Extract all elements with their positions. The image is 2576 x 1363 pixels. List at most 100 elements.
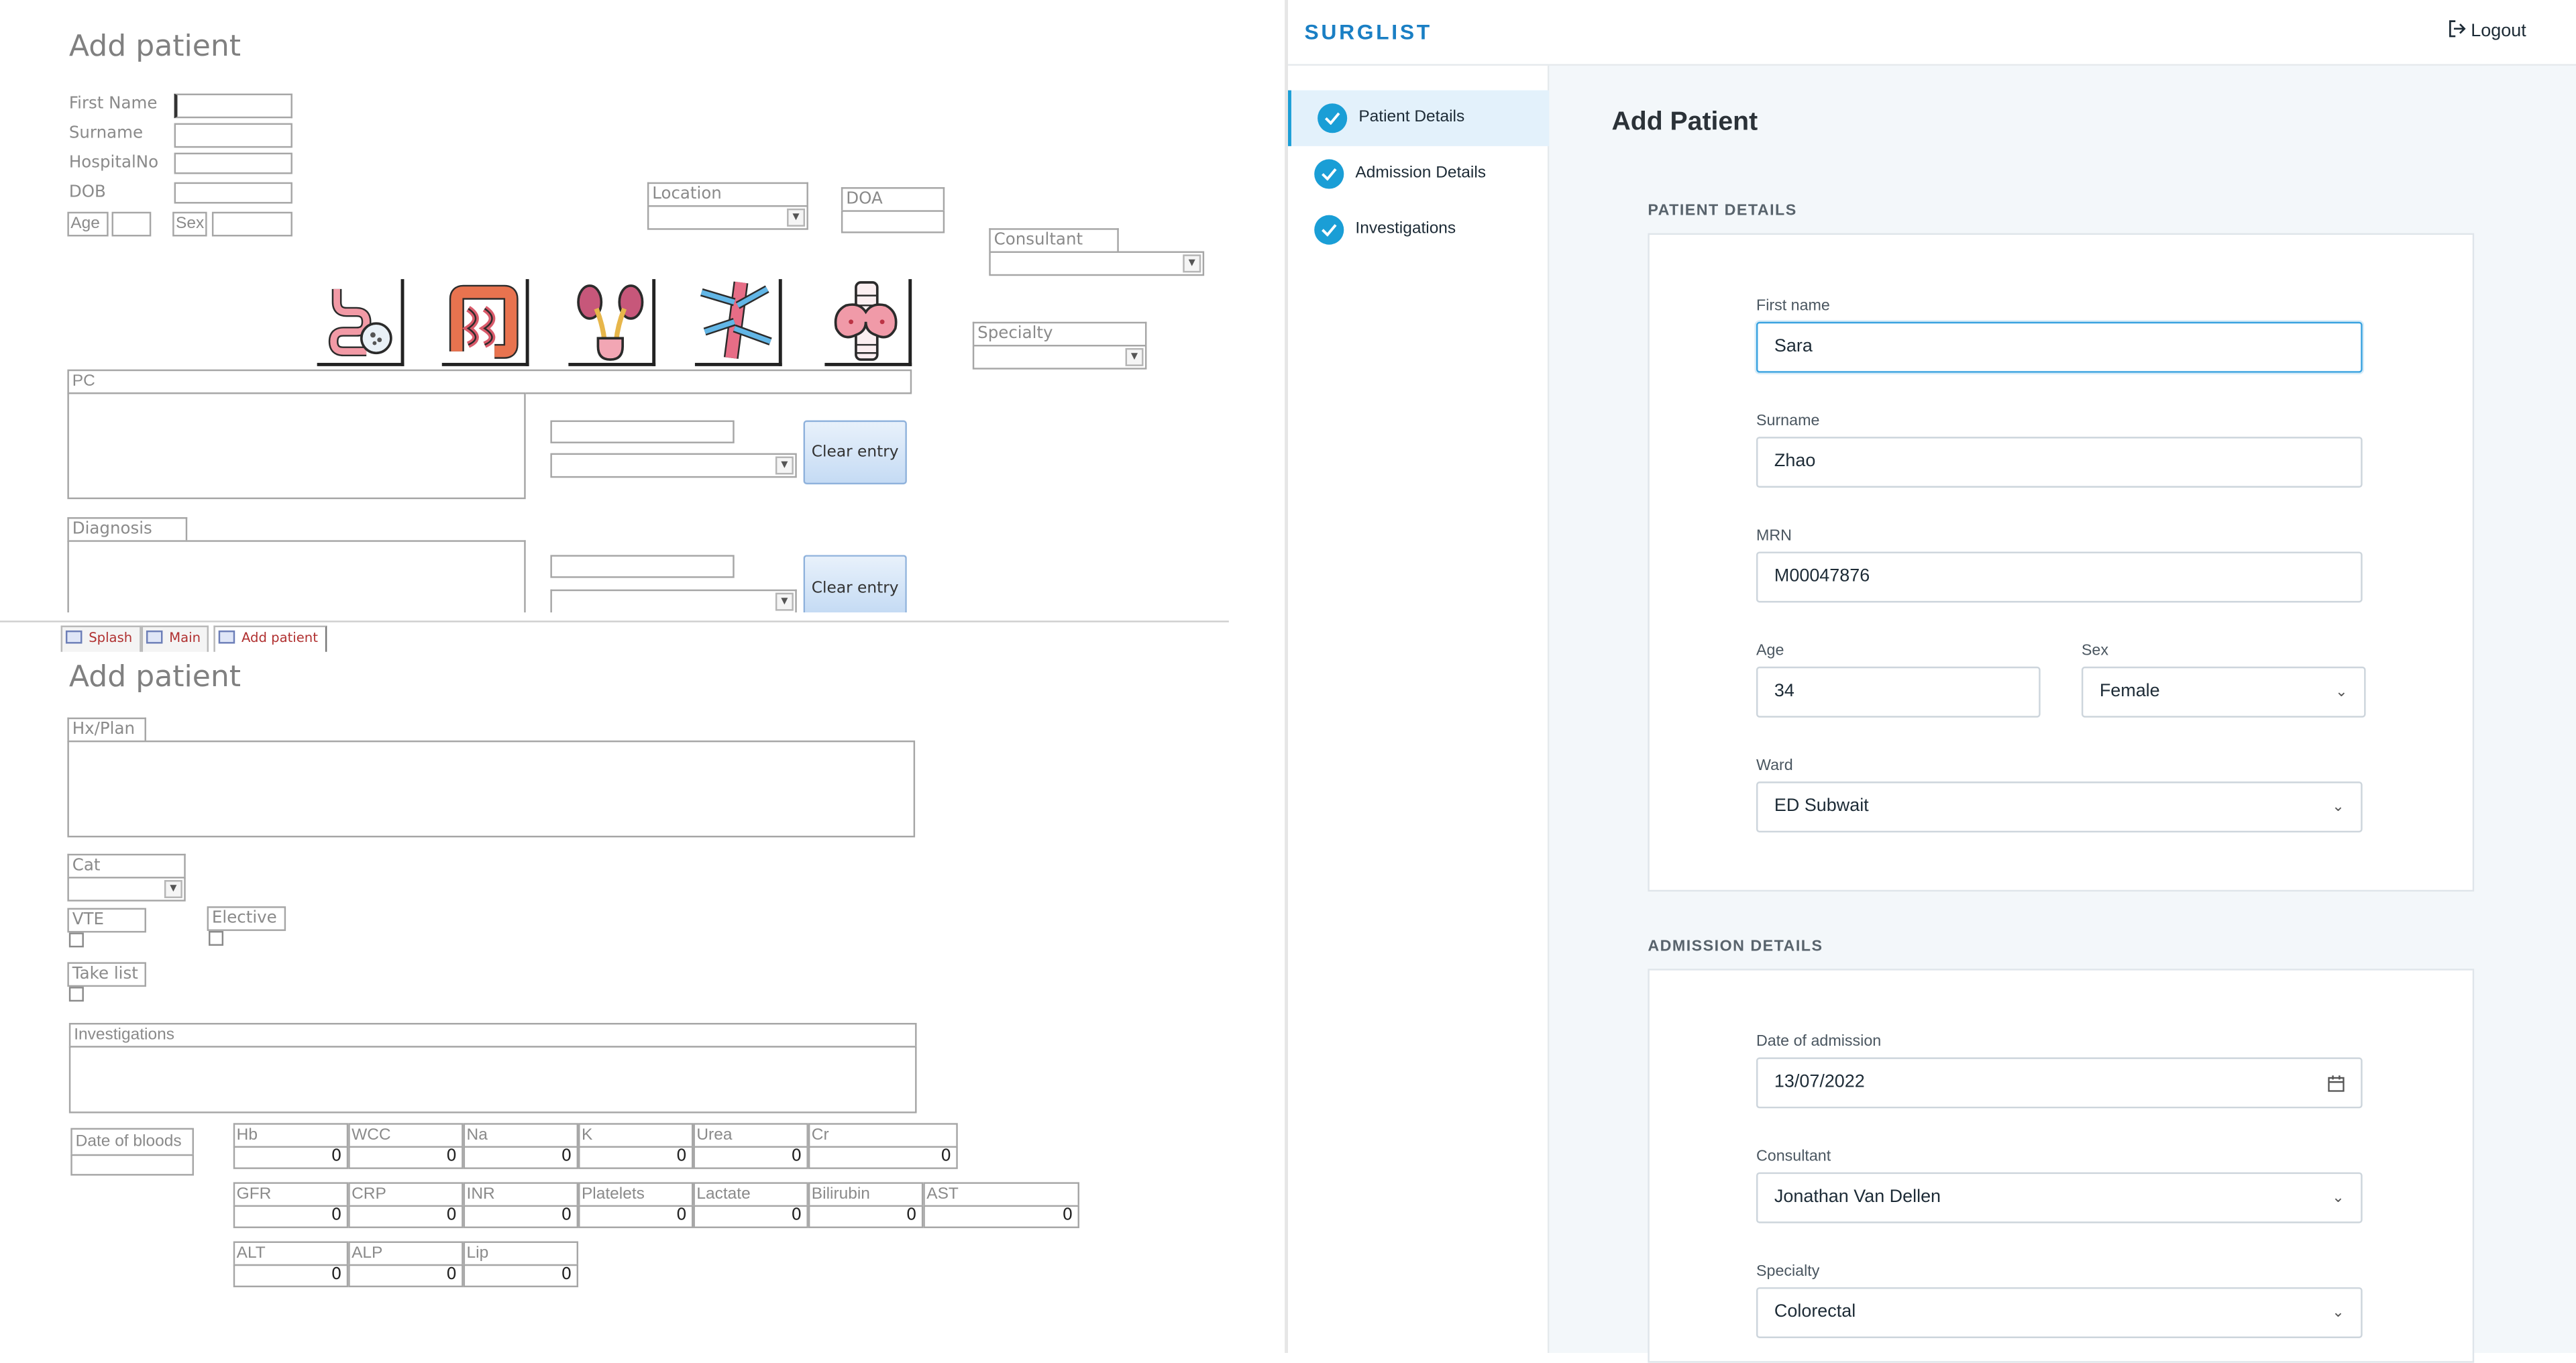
chevron-down-icon[interactable]: ▼: [1183, 254, 1201, 273]
date-of-bloods-field[interactable]: [70, 1154, 194, 1176]
check-circle-icon: [1314, 159, 1344, 189]
first-name-field[interactable]: [174, 93, 292, 119]
blood-label-box: Lip: [463, 1241, 579, 1266]
page-title: Add Patient: [1611, 108, 1758, 137]
first-name-label: First Name: [68, 95, 158, 113]
chevron-down-icon[interactable]: ▼: [1125, 347, 1144, 366]
date-of-admission-input[interactable]: 13/07/2022: [1756, 1057, 2363, 1109]
blood-cell-lactate: Lactate 0: [693, 1182, 808, 1231]
hx-plan-textarea[interactable]: [67, 740, 916, 838]
blood-cell-k: K0: [578, 1123, 694, 1172]
blood-value-field[interactable]: 0: [463, 1205, 579, 1228]
step-admission-details[interactable]: Admission Details: [1288, 146, 1549, 202]
hospital-no-field[interactable]: [174, 152, 292, 174]
blood-label-box: Hb: [233, 1123, 349, 1148]
sex-select[interactable]: Female ⌄: [2081, 666, 2366, 718]
chevron-down-icon: ⌄: [2335, 683, 2348, 700]
blood-value-field[interactable]: 0: [463, 1146, 579, 1169]
dob-label: DOB: [68, 184, 106, 203]
step-label: Admission Details: [1355, 164, 1487, 182]
chevron-down-icon[interactable]: ▼: [775, 456, 794, 475]
age-input[interactable]: 34: [1756, 666, 2041, 718]
surname-field[interactable]: [174, 123, 292, 148]
check-circle-icon: [1314, 215, 1344, 245]
blood-name: Platelets: [581, 1185, 645, 1204]
blood-value-field[interactable]: 0: [233, 1205, 349, 1228]
chevron-down-icon[interactable]: ▼: [164, 880, 182, 898]
steps-sidebar: Patient Details Admission Details Invest…: [1288, 65, 1550, 1353]
blood-value-field[interactable]: 0: [578, 1205, 694, 1228]
blood-cell-cr: Cr 0: [808, 1123, 958, 1172]
dob-field[interactable]: [174, 182, 292, 204]
blood-value-field[interactable]: 0: [348, 1264, 464, 1288]
blood-value-field[interactable]: 0: [808, 1205, 924, 1228]
chevron-down-icon[interactable]: ▼: [787, 208, 806, 227]
kidneys-icon[interactable]: [568, 279, 656, 366]
calendar-icon[interactable]: [2328, 1075, 2345, 1092]
large-intestine-icon[interactable]: [441, 279, 529, 366]
age-field[interactable]: [111, 211, 152, 237]
chevron-down-icon[interactable]: ▼: [775, 592, 794, 611]
blood-name: Bilirubin: [811, 1185, 870, 1204]
doa-field[interactable]: [841, 210, 945, 233]
tab-splash[interactable]: Splash: [60, 625, 141, 652]
blood-name: ALP: [352, 1244, 383, 1263]
location-combo[interactable]: ▼: [647, 205, 808, 230]
blood-label-box: GFR: [233, 1182, 349, 1207]
surglist-logo[interactable]: SURGLIST: [1305, 19, 1432, 44]
elective-checkbox[interactable]: [209, 930, 224, 946]
blood-value-field[interactable]: 0: [693, 1205, 808, 1228]
step-patient-details[interactable]: Patient Details: [1288, 90, 1550, 146]
logo-text: SURGLIST: [1304, 19, 1432, 45]
diagnosis-search-field[interactable]: [550, 555, 735, 578]
blood-vessels-icon[interactable]: [694, 279, 782, 366]
step-investigations[interactable]: Investigations: [1288, 202, 1549, 258]
diagnosis-combo[interactable]: ▼: [550, 589, 797, 613]
specialty-combo[interactable]: ▼: [972, 345, 1147, 370]
diagnosis-textarea[interactable]: [67, 540, 526, 613]
cat-combo[interactable]: ▼: [67, 877, 186, 902]
tab-main[interactable]: Main: [141, 625, 209, 652]
blood-value-field[interactable]: 0: [233, 1264, 349, 1288]
surname-input[interactable]: Zhao: [1756, 437, 2363, 488]
blood-label-box: Bilirubin: [808, 1182, 924, 1207]
tab-main-label: Main: [169, 630, 201, 645]
blood-value-field[interactable]: 0: [348, 1205, 464, 1228]
date-of-bloods-label: Date of bloods: [75, 1132, 182, 1151]
ward-select[interactable]: ED Subwait ⌄: [1756, 781, 2363, 833]
check-circle-icon: [1318, 103, 1348, 133]
pc-textarea[interactable]: [67, 392, 526, 500]
blood-value-field[interactable]: 0: [808, 1146, 958, 1169]
consultant-select[interactable]: Jonathan Van Dellen ⌄: [1756, 1172, 2363, 1223]
pc-clear-entry-button[interactable]: Clear entry: [803, 420, 907, 485]
pc-header-box: PC: [67, 369, 912, 394]
investigations-textarea[interactable]: [68, 1046, 917, 1113]
logout-button[interactable]: Logout: [2448, 19, 2526, 41]
date-of-admission-value: 13/07/2022: [1774, 1072, 1865, 1092]
mrn-input[interactable]: M00047876: [1756, 551, 2363, 603]
blood-value-field[interactable]: 0: [348, 1146, 464, 1169]
blood-value-field[interactable]: 0: [923, 1205, 1079, 1228]
small-intestine-icon[interactable]: [317, 279, 405, 366]
specialty-select[interactable]: Colorectal ⌄: [1756, 1287, 2363, 1338]
consultant-combo[interactable]: ▼: [989, 251, 1205, 276]
diagnosis-clear-entry-button[interactable]: Clear entry: [803, 555, 907, 613]
blood-name: Urea: [696, 1126, 733, 1145]
blood-value-field[interactable]: 0: [233, 1146, 349, 1169]
pc-search-field[interactable]: [550, 420, 735, 443]
blood-cell-wcc: WCC 0: [348, 1123, 464, 1172]
thyroid-icon[interactable]: [824, 279, 912, 366]
blood-value-field[interactable]: 0: [578, 1146, 694, 1169]
vte-checkbox[interactable]: [68, 932, 84, 948]
blood-value-field[interactable]: 0: [693, 1146, 808, 1169]
blood-label-box: CRP: [348, 1182, 464, 1207]
take-list-checkbox[interactable]: [68, 987, 84, 1002]
sex-field[interactable]: [211, 211, 292, 237]
pc-combo[interactable]: ▼: [550, 453, 797, 478]
first-name-input[interactable]: Sara: [1756, 321, 2363, 373]
patient-details-section-title: PATIENT DETAILS: [1648, 202, 1797, 221]
blood-name: CRP: [352, 1185, 386, 1204]
blood-name: Cr: [811, 1126, 829, 1145]
blood-value-field[interactable]: 0: [463, 1264, 579, 1288]
tab-add-patient[interactable]: Add patient: [213, 625, 327, 652]
